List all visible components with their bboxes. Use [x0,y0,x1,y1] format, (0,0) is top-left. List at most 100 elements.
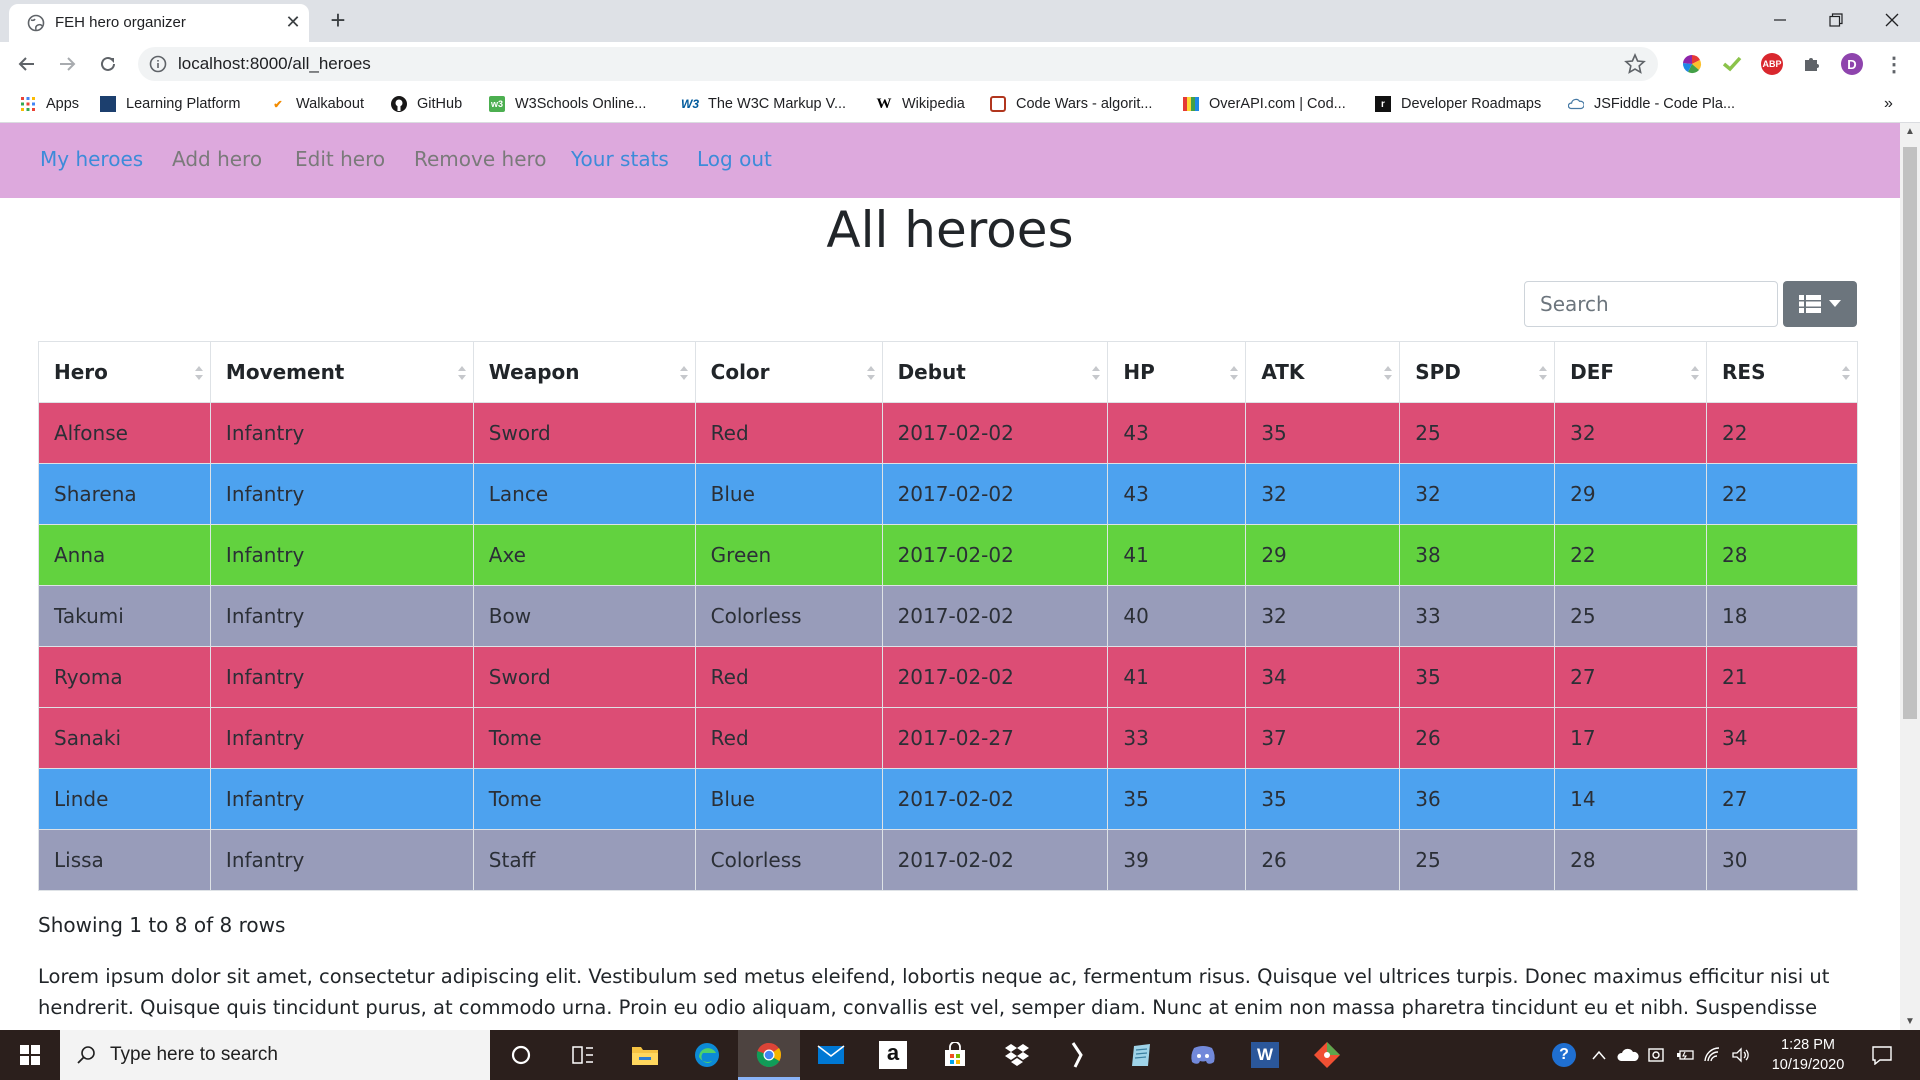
bookmarks-overflow-button[interactable]: » [1884,94,1893,114]
cell-hero: Alfonse [38,402,211,464]
menu-kebab-icon[interactable]: ⋮ [1883,53,1905,76]
scroll-down-arrow-icon[interactable]: ▼ [1900,1013,1920,1030]
profile-avatar[interactable]: D [1841,53,1863,75]
browser-tab[interactable]: FEH hero organizer ✕ [9,4,309,42]
info-icon[interactable] [149,55,167,73]
back-button[interactable] [14,51,40,77]
column-header-color[interactable]: Color [694,341,883,403]
bookmark-w3c[interactable]: W3 The W3C Markup V... [681,94,846,114]
network-share-icon[interactable] [1644,1030,1670,1080]
chrome-icon[interactable] [738,1030,800,1080]
table-row[interactable]: Ryoma Infantry Sword Red 2017-02-02 41 34 35 27 2… [38,646,1858,708]
cell-hero: Sanaki [38,707,211,769]
task-view-icon[interactable] [552,1030,614,1080]
edge-icon[interactable] [676,1030,738,1080]
restore-button[interactable] [1808,0,1864,40]
wifi-icon[interactable] [1700,1030,1726,1080]
column-header-movement[interactable]: Movement [209,341,474,403]
site-navbar: My heroes Add hero Edit hero Remove hero… [0,123,1900,198]
close-window-button[interactable] [1864,0,1920,40]
forward-button[interactable] [54,51,80,77]
notepad-icon[interactable] [1110,1030,1172,1080]
column-header-def[interactable]: DEF [1554,341,1708,403]
bookmark-roadmaps[interactable]: r Developer Roadmaps [1375,94,1541,114]
table-search-input[interactable] [1524,281,1778,327]
taskbar-search-placeholder: Type here to search [110,1044,278,1065]
bookmark-jsfiddle[interactable]: JSFiddle - Code Pla... [1568,94,1735,114]
bookmark-walkabout[interactable]: ✔ Walkabout [270,94,364,114]
tab-close-icon[interactable]: ✕ [282,11,304,33]
bookmark-codewars[interactable]: Code Wars - algorit... [990,94,1152,114]
start-button[interactable] [0,1030,60,1080]
discord-icon[interactable] [1172,1030,1234,1080]
amazon-icon[interactable]: a [862,1030,924,1080]
table-row[interactable]: Sharena Infantry Lance Blue 2017-02-02 43 32 32… [38,463,1858,525]
mail-icon[interactable] [800,1030,862,1080]
nav-your-stats[interactable]: Your stats [571,147,669,171]
column-header-hp[interactable]: HP [1107,341,1247,403]
column-header-debut[interactable]: Debut [881,341,1109,403]
scroll-up-arrow-icon[interactable]: ▲ [1900,123,1920,140]
help-tray-icon[interactable]: ? [1546,1030,1582,1080]
cell-hero: Lissa [38,829,211,891]
battery-icon[interactable] [1672,1030,1698,1080]
table-row[interactable]: Lissa Infantry Staff Colorless 2017-02-02 39 2… [38,829,1858,891]
bookmark-learning-platform[interactable]: Learning Platform [100,94,240,114]
color-picker-icon[interactable] [1681,53,1703,75]
table-row[interactable]: Takumi Infantry Bow Colorless 2017-02-02 40 32… [38,585,1858,647]
bookmark-overapi[interactable]: OverAPI.com | Cod... [1183,94,1346,114]
nav-log-out[interactable]: Log out [697,147,772,171]
new-tab-button[interactable]: + [325,7,351,34]
chevron-up-icon[interactable] [1586,1030,1612,1080]
url-text[interactable]: localhost:8000/all_heroes [178,54,371,74]
address-bar[interactable]: localhost:8000/all_heroes [138,47,1658,81]
table-row[interactable]: Linde Infantry Tome Blue 2017-02-02 35 35 36 14 2… [38,768,1858,830]
column-header-spd[interactable]: SPD [1399,341,1556,403]
column-header-weapon[interactable]: Weapon [472,341,696,403]
column-header-hero[interactable]: Hero [38,341,211,403]
scroll-thumb[interactable] [1903,147,1917,719]
nav-edit-hero[interactable]: Edit hero [295,147,385,171]
table-row[interactable]: Sanaki Infantry Tome Red 2017-02-27 33 37 26 17 3… [38,707,1858,769]
nav-remove-hero[interactable]: Remove hero [414,147,547,171]
bookmark-apps[interactable]: Apps [20,94,79,114]
cell-hp: 40 [1107,585,1247,647]
page-scrollbar[interactable]: ▲ ▼ [1900,123,1920,1030]
slash-app-icon[interactable] [1048,1030,1110,1080]
column-header-res[interactable]: RES [1706,341,1858,403]
table-row[interactable]: Anna Infantry Axe Green 2017-02-02 41 29 38 22 28 [38,524,1858,586]
github-icon [391,96,407,112]
nav-add-hero[interactable]: Add hero [172,147,262,171]
dropbox-icon[interactable] [986,1030,1048,1080]
onedrive-cloud-icon[interactable] [1614,1030,1642,1080]
heroes-table: Hero Movement Weapon Color Debut HP ATK SPD DEF R… [38,341,1858,891]
bookmark-w3schools[interactable]: w3 W3Schools Online... [489,94,646,114]
bookmark-wikipedia[interactable]: W Wikipedia [876,94,965,114]
file-explorer-icon[interactable] [614,1030,676,1080]
minimize-button[interactable] [1752,0,1808,40]
sort-icon [1842,366,1850,380]
bookmark-star-icon[interactable] [1624,53,1646,75]
store-icon[interactable] [924,1030,986,1080]
word-icon[interactable]: W [1234,1030,1296,1080]
cortana-icon[interactable] [490,1030,552,1080]
cell-debut: 2017-02-02 [881,463,1109,525]
table-row[interactable]: Alfonse Infantry Sword Red 2017-02-02 43 35 25 3… [38,402,1858,464]
cell-color: Blue [694,463,883,525]
sort-icon [457,366,466,380]
volume-icon[interactable] [1728,1030,1754,1080]
cell-res: 28 [1706,524,1858,586]
notification-center-icon[interactable] [1862,1030,1902,1080]
extensions-puzzle-icon[interactable] [1801,53,1823,75]
forward-arrow-icon [60,57,76,71]
column-header-atk[interactable]: ATK [1245,341,1401,403]
nav-my-heroes[interactable]: My heroes [40,147,143,171]
vue-devtools-icon[interactable] [1721,53,1743,75]
adblock-icon[interactable]: ABP [1761,53,1783,75]
taskbar-clock[interactable]: 1:28 PM 10/19/2020 [1760,1035,1856,1075]
bookmark-github[interactable]: GitHub [391,94,462,114]
git-icon[interactable] [1296,1030,1358,1080]
reload-button[interactable] [95,51,121,77]
taskbar-search-box[interactable]: Type here to search [60,1030,490,1080]
columns-toggle-button[interactable] [1783,281,1857,327]
